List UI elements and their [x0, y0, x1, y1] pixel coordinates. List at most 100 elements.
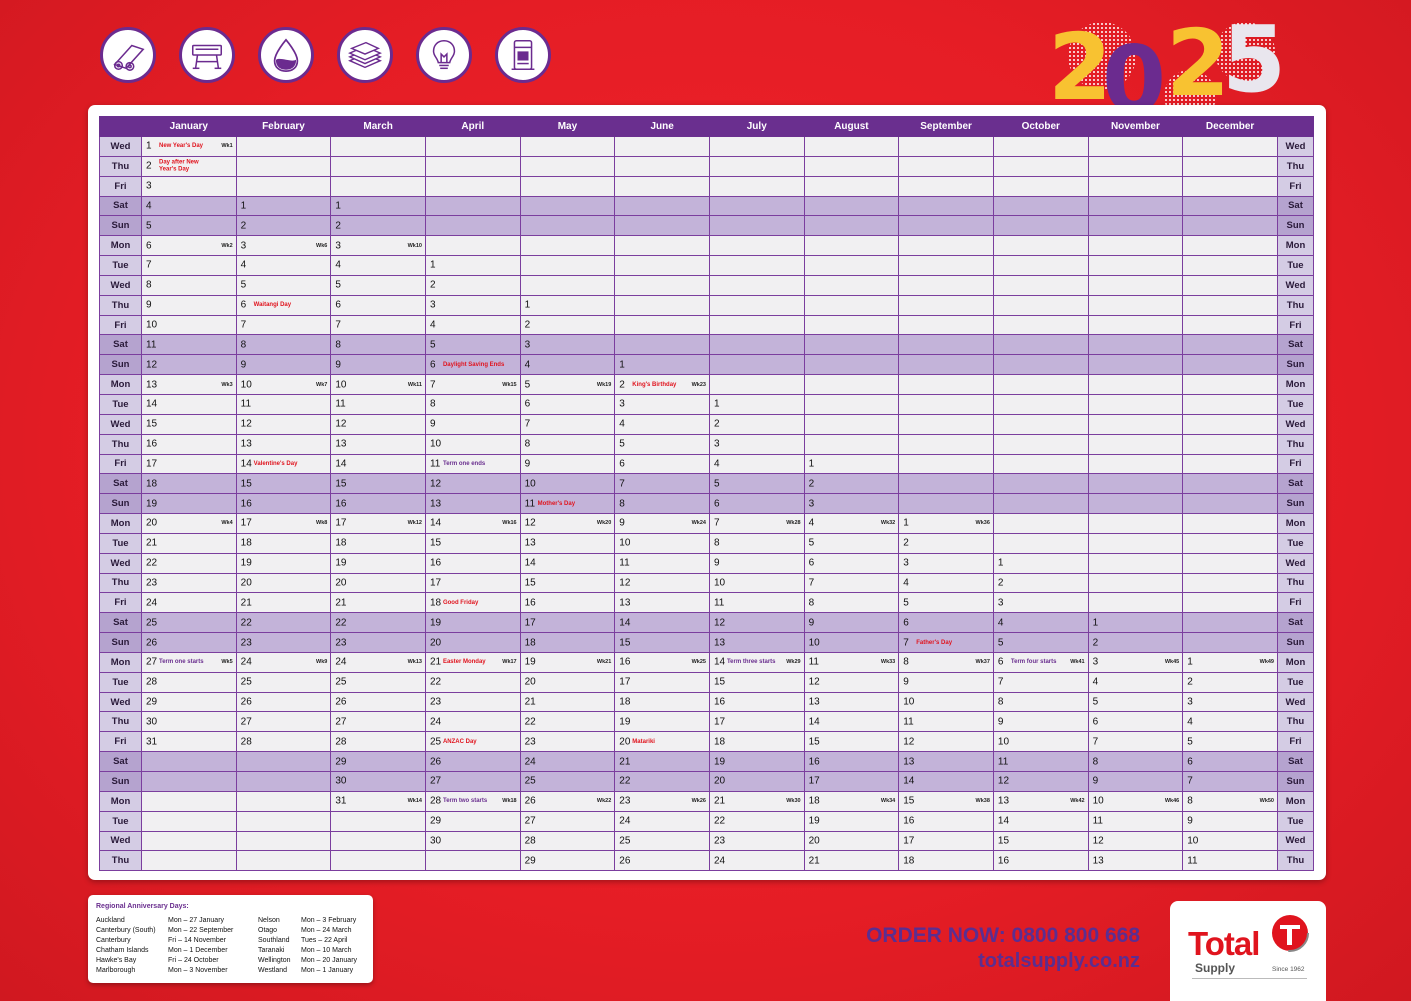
day-cell[interactable]: 10 Wk46 [1087, 790, 1184, 812]
day-cell[interactable]: 13 [330, 433, 426, 455]
day-cell[interactable]: 7 [141, 255, 237, 276]
day-cell[interactable]: 13 [708, 632, 805, 653]
day-cell[interactable]: 15 [803, 731, 900, 753]
day-cell[interactable]: 6 Term four starts Wk41 [992, 651, 1089, 673]
day-cell[interactable]: 12 [708, 612, 805, 634]
day-cell[interactable]: 10 [708, 572, 805, 594]
day-cell[interactable]: 29 [424, 810, 521, 832]
day-cell[interactable]: 11 Term one ends [424, 453, 521, 475]
day-cell[interactable]: 5 [614, 433, 710, 455]
day-cell[interactable]: 29 [330, 751, 426, 772]
day-cell[interactable]: 9 [898, 671, 994, 693]
day-cell[interactable]: 11 [330, 393, 426, 415]
day-cell[interactable]: 27 [235, 711, 332, 733]
day-cell[interactable]: 5 [1182, 731, 1278, 753]
day-cell[interactable]: 14 [803, 711, 900, 733]
day-cell[interactable]: 13 [424, 493, 521, 515]
day-cell[interactable]: 11 [1087, 810, 1184, 832]
day-cell[interactable]: 14 [992, 810, 1089, 832]
day-cell[interactable]: 7 [519, 413, 616, 435]
day-cell[interactable]: 9 [1087, 771, 1184, 792]
day-cell[interactable]: 23 [141, 572, 237, 594]
day-cell[interactable]: 10 Wk11 [330, 374, 426, 395]
day-cell[interactable]: 27 [519, 810, 616, 832]
day-cell[interactable]: 22 [235, 612, 332, 634]
day-cell[interactable]: 20 [330, 572, 426, 594]
day-cell[interactable]: 9 Wk24 [614, 513, 710, 534]
day-cell[interactable]: 11 [235, 393, 332, 415]
day-cell[interactable]: 28 Term two starts Wk18 [424, 790, 521, 812]
day-cell[interactable]: 10 Wk7 [235, 374, 332, 395]
day-cell[interactable]: 23 [330, 632, 426, 653]
day-cell[interactable]: 5 [1087, 691, 1184, 713]
day-cell[interactable]: 8 [992, 691, 1089, 713]
day-cell[interactable]: 10 [1182, 830, 1278, 852]
day-cell[interactable]: 21 [235, 592, 332, 614]
day-cell[interactable]: 22 [330, 612, 426, 634]
day-cell[interactable]: 11 [141, 334, 237, 356]
day-cell[interactable]: 24 [708, 850, 805, 872]
day-cell[interactable]: 17 [708, 711, 805, 733]
day-cell[interactable]: 15 [519, 572, 616, 594]
day-cell[interactable]: 10 [992, 731, 1089, 753]
day-cell[interactable]: 11 [1182, 850, 1278, 872]
day-cell[interactable]: 3 [898, 552, 994, 574]
day-cell[interactable]: 2 [898, 532, 994, 554]
day-cell[interactable]: 14 [898, 771, 994, 792]
day-cell[interactable]: 18 [898, 850, 994, 872]
day-cell[interactable]: 7 [330, 314, 426, 336]
day-cell[interactable]: 9 [519, 453, 616, 475]
day-cell[interactable]: 24 [424, 711, 521, 733]
day-cell[interactable]: 21 Easter Monday Wk17 [424, 651, 521, 673]
day-cell[interactable]: 29 [141, 691, 237, 713]
day-cell[interactable]: 20 [803, 830, 900, 852]
day-cell[interactable]: 26 [614, 850, 710, 872]
day-cell[interactable]: 3 [424, 294, 521, 316]
day-cell[interactable]: 2 [708, 413, 805, 435]
day-cell[interactable]: 27 [424, 771, 521, 792]
ink-drop-icon[interactable] [258, 27, 314, 83]
day-cell[interactable]: 7 Wk15 [424, 374, 521, 395]
day-cell[interactable]: 3 Wk6 [235, 235, 332, 257]
day-cell[interactable]: 25 [141, 612, 237, 634]
day-cell[interactable]: 19 Wk21 [519, 651, 616, 673]
day-cell[interactable]: 2 Day after New Year's Day [141, 155, 237, 177]
day-cell[interactable]: 6 [614, 453, 710, 475]
day-cell[interactable]: 18 [519, 632, 616, 653]
day-cell[interactable]: 7 Father's Day [898, 632, 994, 653]
day-cell[interactable]: 2 [519, 314, 616, 336]
day-cell[interactable]: 26 [141, 632, 237, 653]
day-cell[interactable]: 13 [614, 592, 710, 614]
day-cell[interactable]: 22 [708, 810, 805, 832]
day-cell[interactable]: 6 [803, 552, 900, 574]
day-cell[interactable]: 11 [898, 711, 994, 733]
day-cell[interactable]: 1 [1087, 612, 1184, 634]
day-cell[interactable]: 8 [235, 334, 332, 356]
day-cell[interactable]: 25 [519, 771, 616, 792]
day-cell[interactable]: 18 Good Friday [424, 592, 521, 614]
day-cell[interactable]: 19 [803, 810, 900, 832]
day-cell[interactable]: 27 Term one starts Wk5 [141, 651, 237, 673]
day-cell[interactable]: 7 [1182, 771, 1278, 792]
day-cell[interactable]: 13 [1087, 850, 1184, 872]
day-cell[interactable]: 3 [141, 175, 237, 197]
day-cell[interactable]: 19 [424, 612, 521, 634]
day-cell[interactable]: 6 [898, 612, 994, 634]
day-cell[interactable]: 8 [330, 334, 426, 356]
day-cell[interactable]: 5 [898, 592, 994, 614]
day-cell[interactable]: 10 [141, 314, 237, 336]
day-cell[interactable]: 19 [141, 493, 237, 515]
day-cell[interactable]: 17 [519, 612, 616, 634]
day-cell[interactable]: 26 Wk22 [519, 790, 616, 812]
day-cell[interactable]: 4 [1182, 711, 1278, 733]
day-cell[interactable]: 12 [898, 731, 994, 753]
day-cell[interactable]: 4 [235, 255, 332, 276]
day-cell[interactable]: 4 [519, 354, 616, 376]
day-cell[interactable]: 29 [519, 850, 616, 872]
order-phone[interactable]: ORDER NOW: 0800 800 668 [840, 924, 1140, 948]
day-cell[interactable]: 17 [614, 671, 710, 693]
day-cell[interactable]: 1 [614, 354, 710, 376]
day-cell[interactable]: 8 [519, 433, 616, 455]
day-cell[interactable]: 18 [141, 473, 237, 495]
day-cell[interactable]: 24 [614, 810, 710, 832]
